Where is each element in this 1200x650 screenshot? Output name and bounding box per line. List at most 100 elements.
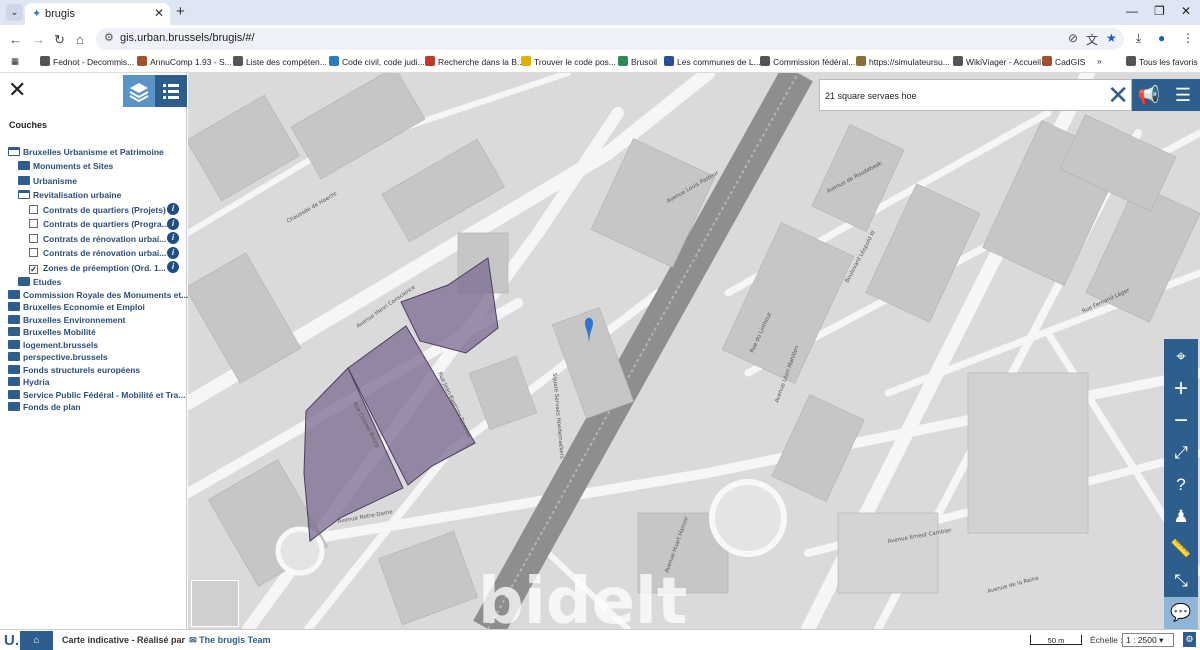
- bookmark-item[interactable]: Les communes de L...: [664, 56, 761, 67]
- minimize-icon[interactable]: —: [1126, 4, 1138, 18]
- translate-icon[interactable]: 文: [1086, 31, 1098, 48]
- zoom-out-button[interactable]: −: [1164, 405, 1198, 437]
- bookmark-item[interactable]: Liste des compéten...: [233, 56, 327, 67]
- reload-icon[interactable]: ↻: [54, 32, 65, 48]
- bookmark-item[interactable]: Commission fédéral...: [760, 56, 855, 67]
- bookmarks-bar: ▦ Fednot - Decommis... AnnuComp 1.93 - S…: [0, 53, 1200, 73]
- layers-tab-button[interactable]: [123, 75, 155, 107]
- map-canvas[interactable]: Avenue Henri Conscience Rue Jean-Baptist…: [188, 73, 1200, 629]
- folder-open-icon: [18, 190, 30, 199]
- layer-group-fonds-de-plan[interactable]: Fonds de plan: [8, 402, 81, 415]
- team-link-text: The brugis Team: [199, 635, 271, 645]
- geolocate-button[interactable]: ⌖: [1164, 341, 1198, 373]
- bookmark-favicon-icon: [1042, 56, 1052, 66]
- map-watermark: bidelt: [478, 565, 688, 629]
- site-info-icon[interactable]: ⚙: [104, 31, 114, 44]
- measure-button[interactable]: 📏: [1164, 533, 1198, 565]
- fullscreen-icon: ⤡: [1174, 571, 1188, 590]
- legend-tab-button[interactable]: [155, 75, 187, 107]
- layer-group-monuments[interactable]: Monuments et Sites: [18, 161, 113, 174]
- layer-group-etudes[interactable]: Etudes: [18, 277, 61, 290]
- bookmark-item[interactable]: Fednot - Decommis...: [40, 56, 134, 67]
- info-icon[interactable]: i: [167, 261, 179, 273]
- layer-contrats-renovation-2[interactable]: Contrats de rénovation urbai...: [29, 248, 166, 261]
- bookmark-item[interactable]: https://simulateursu...: [856, 56, 950, 67]
- bookmark-item[interactable]: WikiViager - Accueil: [953, 56, 1041, 67]
- folder-icon: [8, 390, 20, 399]
- identify-button[interactable]: ?: [1164, 469, 1198, 501]
- bookmark-item[interactable]: Tous les favoris: [1126, 56, 1198, 67]
- folder-icon: [8, 327, 20, 336]
- clear-search-icon[interactable]: ✕: [1107, 81, 1129, 109]
- info-icon[interactable]: i: [167, 218, 179, 230]
- folder-icon: [8, 352, 20, 361]
- layer-checkbox[interactable]: [29, 205, 38, 214]
- tab-search-button[interactable]: ⌄: [6, 4, 23, 21]
- bookmark-item[interactable]: Recherche dans la B...: [425, 56, 524, 67]
- layer-group-urbanisme-patrimoine[interactable]: Bruxelles Urbanisme et Patrimoine: [8, 147, 164, 160]
- minimap-overview[interactable]: [191, 580, 239, 627]
- folder-icon: [8, 402, 20, 411]
- more-bookmarks-icon[interactable]: »: [1097, 56, 1102, 66]
- layer-group-urbanisme[interactable]: Urbanisme: [18, 176, 77, 189]
- feedback-button[interactable]: 💬: [1164, 597, 1198, 629]
- settings-icon[interactable]: ⚙: [1183, 632, 1196, 647]
- eye-off-icon[interactable]: ⊘: [1068, 31, 1078, 45]
- layer-checkbox[interactable]: [29, 234, 38, 243]
- layers-icon: [129, 83, 149, 103]
- close-panel-icon[interactable]: ✕: [8, 79, 26, 101]
- bookmark-item[interactable]: AnnuComp 1.93 - S...: [137, 56, 232, 67]
- forward-icon[interactable]: →: [32, 32, 45, 47]
- layer-contrats-projets[interactable]: Contrats de quartiers (Projets): [29, 205, 166, 218]
- street-view-button[interactable]: ♟: [1164, 501, 1198, 533]
- home-icon[interactable]: ⌂: [76, 32, 84, 47]
- info-icon[interactable]: i: [167, 247, 179, 259]
- layer-group-perspective[interactable]: perspective.brussels: [8, 352, 108, 365]
- fullscreen-button[interactable]: ⤡: [1164, 565, 1198, 597]
- full-extent-button[interactable]: ⤢: [1164, 437, 1198, 469]
- address-search-input[interactable]: [825, 87, 1105, 105]
- browser-menu-icon[interactable]: ⋮: [1182, 31, 1194, 45]
- footer-bar: U. ⌂ Carte indicative - Réalisé par ✉ The…: [0, 629, 1200, 650]
- layer-group-hydria[interactable]: Hydria: [8, 377, 49, 390]
- layer-checkbox[interactable]: [29, 219, 38, 228]
- address-bar[interactable]: ⚙ gis.urban.brussels/brugis/#/ ⊘ 文 ★: [96, 28, 1124, 50]
- bookmark-favicon-icon: [618, 56, 628, 66]
- main-menu-button[interactable]: ☰: [1166, 79, 1200, 111]
- scale-select[interactable]: 1 : 2500 ▾: [1122, 633, 1174, 647]
- bookmark-item[interactable]: Brusoil: [618, 56, 657, 67]
- zoom-in-button[interactable]: +: [1164, 373, 1198, 405]
- team-link[interactable]: ✉ The brugis Team: [189, 635, 270, 645]
- layer-group-economie[interactable]: Bruxelles Economie et Emploi: [8, 302, 145, 315]
- info-icon[interactable]: i: [167, 232, 179, 244]
- layer-contrats-programmes[interactable]: Contrats de quartiers (Progra...: [29, 219, 169, 232]
- layer-group-revitalisation[interactable]: Revitalisation urbaine: [18, 190, 121, 203]
- layer-checkbox[interactable]: [29, 248, 38, 257]
- layer-contrats-renovation-1[interactable]: Contrats de rénovation urbai...: [29, 234, 166, 247]
- layer-group-mobilite[interactable]: Bruxelles Mobilité: [8, 327, 96, 340]
- map-base-layer[interactable]: Avenue Henri Conscience Rue Jean-Baptist…: [188, 73, 1200, 629]
- apps-icon[interactable]: ▦: [11, 56, 19, 67]
- hamburger-menu-icon: ☰: [1174, 85, 1192, 105]
- folder-icon: [8, 377, 20, 386]
- bookmark-star-icon[interactable]: ★: [1106, 31, 1117, 45]
- bookmark-item[interactable]: CadGIS: [1042, 56, 1085, 67]
- url-text[interactable]: gis.urban.brussels/brugis/#/: [120, 32, 255, 44]
- close-tab-icon[interactable]: ✕: [154, 6, 164, 20]
- profile-icon[interactable]: ●: [1158, 31, 1165, 45]
- roundabout-square: [709, 479, 787, 557]
- close-window-icon[interactable]: ✕: [1181, 4, 1191, 18]
- announcements-button[interactable]: 📢: [1132, 79, 1166, 111]
- info-icon[interactable]: i: [167, 203, 179, 215]
- layer-zones-preemption[interactable]: ✓ Zones de préemption (Ord. 1...: [29, 263, 166, 276]
- download-icon[interactable]: ⤓: [1136, 31, 1141, 46]
- browser-tab[interactable]: ✦ brugis ✕: [25, 3, 170, 25]
- bookmark-item[interactable]: Trouver le code pos...: [521, 56, 616, 67]
- bookmark-favicon-icon: [329, 56, 339, 66]
- back-icon[interactable]: ←: [9, 32, 22, 47]
- bookmark-item[interactable]: Code civil, code judi...: [329, 56, 425, 67]
- site-favicon-icon: ✦: [32, 8, 42, 20]
- new-tab-button[interactable]: +: [176, 3, 185, 20]
- restore-icon[interactable]: ❐: [1154, 4, 1165, 18]
- layer-checkbox-checked[interactable]: ✓: [29, 265, 38, 274]
